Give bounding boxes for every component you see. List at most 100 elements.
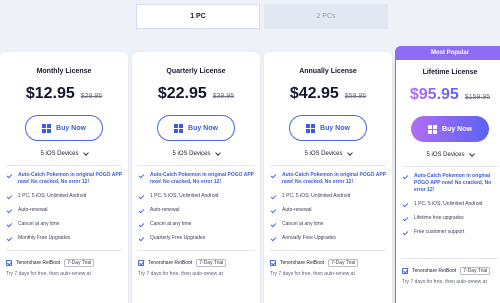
plan-name: Annually License xyxy=(299,68,357,75)
most-popular-badge: Most Popular xyxy=(395,46,500,60)
devices-selector[interactable]: 5 iOS Devices xyxy=(6,150,122,157)
check-icon xyxy=(6,221,13,228)
trial-badge: 7-Day Trial xyxy=(328,259,359,267)
trial-badge: 7-Day Trial xyxy=(64,259,95,267)
check-icon xyxy=(270,207,277,214)
divider xyxy=(138,250,254,251)
feature-item: Monthly Free Upgrades xyxy=(6,235,122,242)
check-icon xyxy=(270,193,277,200)
feature-item: Annually Free Upgrades xyxy=(270,235,386,242)
divider xyxy=(138,165,254,166)
feature-item: Auto-Catch Pokemon in original POGO APP … xyxy=(6,172,122,186)
windows-icon xyxy=(306,123,316,133)
divider xyxy=(402,258,498,259)
feature-list: Auto-Catch Pokemon in original POGO APP … xyxy=(138,172,254,242)
trial-badge: 7-Day Trial xyxy=(460,267,491,275)
buy-now-button[interactable]: Buy Now xyxy=(411,116,489,142)
check-icon xyxy=(6,172,13,179)
plan-old-price: $29.95 xyxy=(80,93,103,100)
devices-selector[interactable]: 5 iOS Devices xyxy=(402,151,498,158)
check-icon xyxy=(270,172,277,179)
price-row: $95.95 $159.95 xyxy=(402,86,498,108)
plan-card-monthly: Monthly License $12.95 $29.95 Buy Now 5 … xyxy=(0,52,128,303)
addon-note: Try 7 days for free, then auto-renew at xyxy=(138,271,223,277)
plan-card-annually: Annually License $42.95 $59.95 Buy Now 5… xyxy=(264,52,392,303)
feature-item: Auto-Catch Pokemon in original POGO APP … xyxy=(402,173,498,194)
buy-now-label: Buy Now xyxy=(188,124,218,132)
divider xyxy=(270,250,386,251)
devices-label: 5 iOS Devices xyxy=(426,152,465,158)
plan-price: $95.95 xyxy=(409,86,459,103)
chevron-down-icon xyxy=(346,150,353,156)
divider xyxy=(6,165,122,166)
plan-price: $42.95 xyxy=(289,85,339,102)
devices-selector[interactable]: 5 iOS Devices xyxy=(138,150,254,157)
plan-card-quarterly: Quarterly License $22.95 $39.95 Buy Now … xyxy=(132,52,260,303)
chevron-down-icon xyxy=(468,151,475,157)
devices-label: 5 iOS Devices xyxy=(40,151,79,157)
feature-list: Auto-Catch Pokemon in original POGO APP … xyxy=(6,172,122,242)
buy-now-button[interactable]: Buy Now xyxy=(157,115,235,141)
plan-old-price: $159.95 xyxy=(464,94,491,101)
windows-icon xyxy=(428,124,438,134)
addon-reiboot[interactable]: Tenorshare ReiBoot 7-Day Trial xyxy=(270,259,386,267)
feature-item: Free customer support xyxy=(402,229,498,236)
plan-old-price: $39.95 xyxy=(212,93,235,100)
addon-note: Try 7 days for free, then auto-renew at xyxy=(270,271,355,277)
check-icon xyxy=(6,193,13,200)
addon-note: Try 7 days for free, then auto-renew at xyxy=(6,271,91,277)
chevron-down-icon xyxy=(214,150,221,156)
plan-price: $12.95 xyxy=(25,85,75,102)
plan-name: Quarterly License xyxy=(166,68,226,75)
addon-label: Tenorshare ReiBoot xyxy=(148,260,193,266)
price-row: $12.95 $29.95 xyxy=(6,85,122,107)
divider xyxy=(6,250,122,251)
feature-item: Lifetime free upgrades xyxy=(402,215,498,222)
price-row: $22.95 $39.95 xyxy=(138,85,254,107)
checkbox-icon[interactable] xyxy=(6,260,12,266)
plan-price: $22.95 xyxy=(157,85,207,102)
feature-item: Quarterly Free Upgrades xyxy=(138,235,254,242)
check-icon xyxy=(6,207,13,214)
check-icon xyxy=(138,235,145,242)
plan-old-price: $59.95 xyxy=(344,93,367,100)
feature-item: Auto-Catch Pokemon in original POGO APP … xyxy=(270,172,386,186)
devices-selector[interactable]: 5 iOS Devices xyxy=(270,150,386,157)
feature-item: Cancel at any time xyxy=(270,221,386,228)
windows-icon xyxy=(174,123,184,133)
addon-reiboot[interactable]: Tenorshare ReiBoot 7-Day Trial xyxy=(138,259,254,267)
tab-2-pcs[interactable]: 2 PCs xyxy=(264,4,388,29)
feature-item: Cancel at any time xyxy=(6,221,122,228)
addon-label: Tenorshare ReiBoot xyxy=(280,260,325,266)
feature-item: 1 PC, 5 iOS, Unlimited Android xyxy=(6,193,122,200)
check-icon xyxy=(138,172,145,179)
addon-reiboot[interactable]: Tenorshare ReiBoot 7-Day Trial xyxy=(402,267,498,275)
license-tabs: 1 PC 2 PCs xyxy=(136,4,388,29)
feature-item: Cancel at any time xyxy=(138,221,254,228)
tab-1-pc[interactable]: 1 PC xyxy=(136,4,260,29)
buy-now-button[interactable]: Buy Now xyxy=(289,115,367,141)
buy-now-label: Buy Now xyxy=(320,124,350,132)
plan-card-lifetime: Most Popular Lifetime License $95.95 $15… xyxy=(395,46,500,303)
feature-list: Auto-Catch Pokemon in original POGO APP … xyxy=(270,172,386,242)
divider xyxy=(402,166,498,167)
checkbox-icon[interactable] xyxy=(138,260,144,266)
plan-name: Monthly License xyxy=(36,68,92,75)
feature-item: Auto-renewal xyxy=(138,207,254,214)
feature-item: 1 PC, 5 iOS, Unlimited Android xyxy=(402,201,498,208)
plan-name: Lifetime License xyxy=(422,69,478,76)
feature-item: 1 PC, 5 iOS, Unlimited Android xyxy=(270,193,386,200)
checkbox-icon[interactable] xyxy=(402,268,408,274)
checkbox-icon[interactable] xyxy=(270,260,276,266)
feature-item: 1 PC, 5 iOS, Unlimited Android xyxy=(138,193,254,200)
check-icon xyxy=(402,201,409,208)
addon-reiboot[interactable]: Tenorshare ReiBoot 7-Day Trial xyxy=(6,259,122,267)
check-icon xyxy=(138,221,145,228)
trial-badge: 7-Day Trial xyxy=(196,259,227,267)
check-icon xyxy=(138,193,145,200)
buy-now-button[interactable]: Buy Now xyxy=(25,115,103,141)
check-icon xyxy=(270,235,277,242)
buy-now-label: Buy Now xyxy=(442,125,472,133)
check-icon xyxy=(138,207,145,214)
price-row: $42.95 $59.95 xyxy=(270,85,386,107)
